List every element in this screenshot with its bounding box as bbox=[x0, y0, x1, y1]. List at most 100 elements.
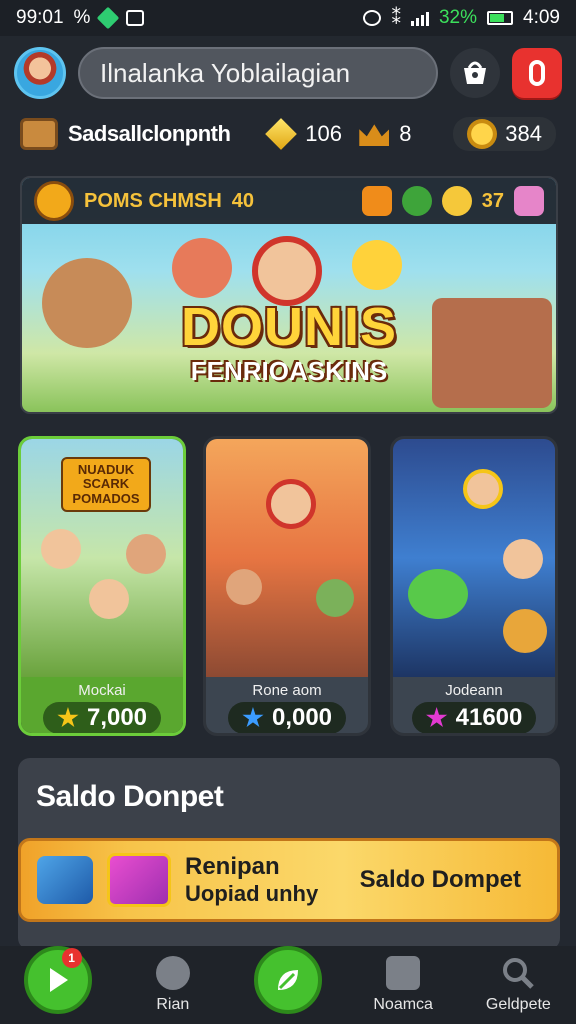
hero-title: DOUNIS bbox=[180, 297, 397, 357]
card-title: Jodeann bbox=[445, 682, 503, 699]
price-value: 41600 bbox=[455, 704, 523, 731]
wallet-section: Saldo Donpet Renipan Uopiad unhy Saldo D… bbox=[18, 758, 560, 950]
pet-icon bbox=[155, 956, 190, 990]
status-bar: 99:01 % ⁑ 32% 4:09 bbox=[0, 0, 576, 36]
status-left: 99:01 % bbox=[16, 6, 145, 30]
character-3 bbox=[89, 579, 129, 619]
card-logo: NUADUK SCARK POMADOS bbox=[61, 457, 151, 512]
box-icon[interactable] bbox=[361, 186, 392, 216]
top-bar: Ilnalanka Yoblailagian bbox=[0, 36, 576, 110]
event-label: POMS CHMSH bbox=[84, 189, 222, 212]
star-icon bbox=[426, 707, 448, 728]
reward-count: 37 bbox=[481, 189, 504, 212]
alert-icon bbox=[529, 60, 545, 86]
character-1 bbox=[41, 529, 81, 569]
card-art bbox=[206, 439, 368, 677]
gift-camera-icon bbox=[107, 853, 171, 907]
character-2 bbox=[226, 569, 262, 605]
avatar[interactable] bbox=[14, 47, 66, 99]
message-notification-icon bbox=[126, 10, 145, 26]
event-count: 40 bbox=[231, 189, 255, 212]
bottom-nav: 1 Rian Noamca Geldpete bbox=[0, 946, 576, 1024]
chest-icon[interactable] bbox=[20, 118, 58, 150]
status-right: ⁑ 32% 4:09 bbox=[363, 7, 560, 30]
character-3 bbox=[503, 539, 543, 579]
currency-bar: Sadsallclonpnth 106 8 384 bbox=[0, 110, 576, 158]
coin-balance[interactable]: 384 bbox=[453, 117, 556, 151]
status-time: 99:01 bbox=[16, 7, 64, 28]
featured-banner[interactable]: POMS CHMSH 40 37 DOUNIS FENRIOASKINS bbox=[20, 176, 558, 414]
card-art: NUADUK SCARK POMADOS bbox=[21, 439, 183, 677]
box-icon bbox=[386, 956, 421, 990]
shop-button[interactable] bbox=[450, 48, 500, 98]
search-text: Ilnalanka Yoblailagian bbox=[100, 57, 351, 88]
character-card[interactable]: NUADUK SCARK POMADOS Mockai 7,000 bbox=[18, 436, 186, 736]
home-button[interactable] bbox=[253, 946, 322, 1014]
card-footer: Mockai 7,000 bbox=[21, 677, 183, 733]
leaf-icon bbox=[277, 970, 298, 990]
wallet-banner[interactable]: Renipan Uopiad unhy Saldo Dompet bbox=[18, 838, 560, 922]
banner-line-1: Renipan bbox=[185, 853, 280, 880]
nav-item-noamca[interactable]: Noamca bbox=[348, 946, 458, 1014]
nav-item-home[interactable] bbox=[233, 946, 343, 1014]
character-1 bbox=[463, 469, 503, 509]
battery-percent: 32% bbox=[438, 7, 478, 28]
coin-count: 384 bbox=[505, 121, 542, 146]
play-button[interactable]: 1 bbox=[23, 946, 92, 1014]
leaf-icon[interactable] bbox=[401, 186, 432, 216]
nav-item-rian[interactable]: Rian bbox=[118, 946, 228, 1014]
card-title: Mockai bbox=[78, 682, 126, 699]
character-cards: NUADUK SCARK POMADOS Mockai 7,000 Rone a… bbox=[18, 436, 560, 736]
percent-indicator: % bbox=[73, 7, 91, 28]
signal-icon bbox=[410, 10, 429, 26]
card-price[interactable]: 0,000 bbox=[227, 702, 347, 733]
event-bar: POMS CHMSH 40 37 bbox=[22, 178, 556, 224]
character-card[interactable]: Jodeann 41600 bbox=[390, 436, 558, 736]
pig-icon[interactable] bbox=[514, 186, 544, 216]
coin-icon bbox=[467, 119, 498, 149]
search-icon bbox=[503, 958, 535, 989]
status-clock: 4:09 bbox=[523, 7, 560, 28]
alarm-icon bbox=[363, 10, 382, 26]
crown-count: 8 bbox=[399, 121, 412, 146]
nav-label: Noamca bbox=[373, 996, 433, 1013]
banner-text: Renipan Uopiad unhy bbox=[185, 853, 346, 907]
character-3 bbox=[316, 579, 354, 617]
price-value: 0,000 bbox=[271, 704, 333, 731]
character-4 bbox=[503, 609, 547, 653]
player-name: Sadsallclonpnth bbox=[68, 121, 231, 146]
nav-label: Rian bbox=[156, 996, 190, 1013]
nav-label: Geldpete bbox=[485, 996, 551, 1013]
card-price[interactable]: 7,000 bbox=[42, 702, 162, 733]
battery-icon bbox=[487, 11, 514, 25]
wallet-title: Saldo Donpet bbox=[36, 780, 224, 813]
banner-action[interactable]: Saldo Dompet bbox=[360, 866, 521, 894]
gem-count: 106 bbox=[305, 121, 342, 146]
app-notification-icon bbox=[97, 6, 120, 30]
star-icon bbox=[242, 707, 264, 728]
character-1 bbox=[172, 238, 232, 298]
character-1 bbox=[266, 479, 316, 529]
bag-icon bbox=[464, 61, 486, 84]
card-footer: Jodeann 41600 bbox=[393, 677, 555, 733]
card-footer: Rone aom 0,000 bbox=[206, 677, 368, 733]
event-badge-icon bbox=[34, 181, 74, 221]
slime-character bbox=[408, 569, 468, 619]
banner-line-2: Uopiad unhy bbox=[185, 881, 319, 906]
camera-icon bbox=[37, 856, 93, 904]
coin-character bbox=[352, 240, 402, 290]
notification-button[interactable] bbox=[512, 48, 562, 98]
character-2 bbox=[126, 534, 166, 574]
nav-item-play[interactable]: 1 bbox=[3, 946, 113, 1014]
character-card[interactable]: Rone aom 0,000 bbox=[203, 436, 371, 736]
smile-icon[interactable] bbox=[441, 186, 472, 216]
card-title: Rone aom bbox=[252, 682, 322, 699]
search-bar[interactable]: Ilnalanka Yoblailagian bbox=[78, 47, 438, 99]
vibrate-icon: ⁑ bbox=[391, 7, 401, 29]
card-price[interactable]: 41600 bbox=[411, 702, 537, 733]
play-icon bbox=[49, 968, 68, 992]
nav-item-search[interactable]: Geldpete bbox=[463, 946, 573, 1014]
crown-icon bbox=[359, 124, 390, 146]
notification-badge: 1 bbox=[61, 948, 82, 968]
price-value: 7,000 bbox=[86, 704, 148, 731]
